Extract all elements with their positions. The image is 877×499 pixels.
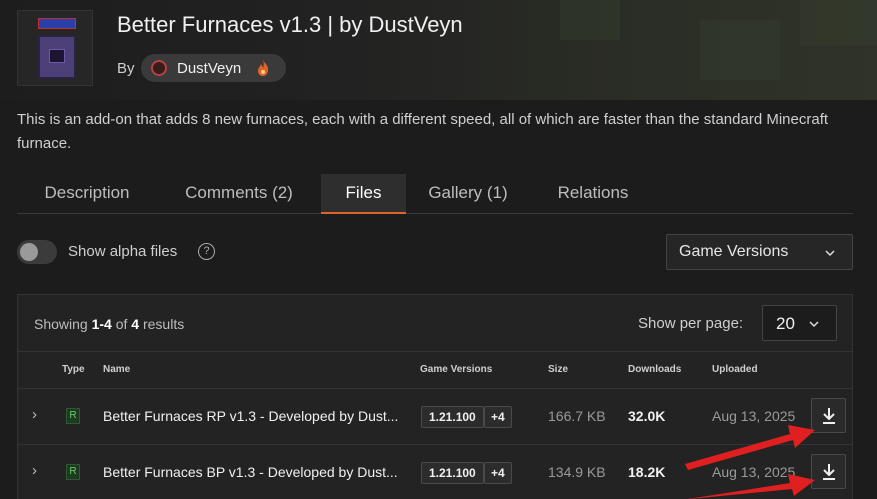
alpha-files-toggle[interactable]	[17, 240, 57, 264]
col-name[interactable]: Name	[103, 364, 130, 375]
tab-description[interactable]: Description	[17, 174, 157, 214]
download-icon	[823, 408, 835, 424]
question-circle-icon[interactable]: ?	[198, 243, 215, 260]
download-icon	[823, 464, 835, 480]
chevron-down-icon	[809, 321, 819, 328]
per-page-select[interactable]: 20	[762, 305, 837, 341]
chevron-down-icon	[825, 250, 835, 257]
more-versions-badge[interactable]: +4	[484, 406, 512, 428]
table-header: Type Name Game Versions Size Downloads U…	[18, 351, 852, 389]
file-size: 166.7 KB	[548, 408, 606, 424]
game-versions-select[interactable]: Game Versions	[666, 234, 853, 270]
alpha-files-label: Show alpha files	[68, 243, 178, 260]
file-size: 134.9 KB	[548, 464, 606, 480]
results-summary: Showing 1-4 of 4 results	[34, 316, 185, 332]
table-row[interactable]: › R Better Furnaces RP v1.3 - Developed …	[18, 389, 852, 445]
more-versions-badge[interactable]: +4	[484, 462, 512, 484]
per-page-label: Show per page:	[638, 315, 744, 332]
download-button[interactable]	[811, 398, 846, 433]
tab-relations[interactable]: Relations	[537, 174, 649, 214]
release-type-badge: R	[66, 408, 80, 424]
col-size[interactable]: Size	[548, 364, 568, 375]
game-version-badge: 1.21.100	[421, 406, 484, 428]
col-game-versions[interactable]: Game Versions	[420, 364, 492, 375]
project-thumbnail	[17, 10, 93, 86]
tab-gallery[interactable]: Gallery (1)	[416, 174, 520, 214]
file-name[interactable]: Better Furnaces BP v1.3 - Developed by D…	[103, 464, 398, 480]
col-uploaded[interactable]: Uploaded	[712, 364, 758, 375]
chevron-right-icon[interactable]: ›	[32, 406, 37, 423]
flame-icon	[258, 60, 269, 76]
tab-bar: Description Comments (2) Files Gallery (…	[17, 174, 853, 214]
game-versions-label: Game Versions	[679, 243, 789, 260]
col-downloads[interactable]: Downloads	[628, 364, 681, 375]
download-count: 18.2K	[628, 464, 666, 480]
author-avatar	[151, 60, 167, 76]
tab-comments[interactable]: Comments (2)	[169, 174, 309, 214]
col-type[interactable]: Type	[62, 364, 85, 375]
project-title: Better Furnaces v1.3 | by DustVeyn	[117, 12, 463, 37]
download-count: 32.0K	[628, 408, 666, 424]
chevron-right-icon[interactable]: ›	[32, 462, 37, 479]
table-row[interactable]: › R Better Furnaces BP v1.3 - Developed …	[18, 445, 852, 499]
upload-date: Aug 13, 2025	[712, 464, 796, 480]
author-name: DustVeyn	[177, 60, 242, 77]
release-type-badge: R	[66, 464, 80, 480]
upload-date: Aug 13, 2025	[712, 408, 796, 424]
by-label: By	[117, 60, 135, 77]
file-name[interactable]: Better Furnaces RP v1.3 - Developed by D…	[103, 408, 398, 424]
author-chip[interactable]: DustVeyn	[141, 54, 286, 82]
project-description: This is an add-on that adds 8 new furnac…	[17, 111, 829, 152]
per-page-value: 20	[776, 314, 795, 333]
game-version-badge: 1.21.100	[421, 462, 484, 484]
download-button[interactable]	[811, 454, 846, 489]
tab-files[interactable]: Files	[321, 174, 406, 214]
files-table: Showing 1-4 of 4 results Show per page: …	[17, 294, 853, 499]
